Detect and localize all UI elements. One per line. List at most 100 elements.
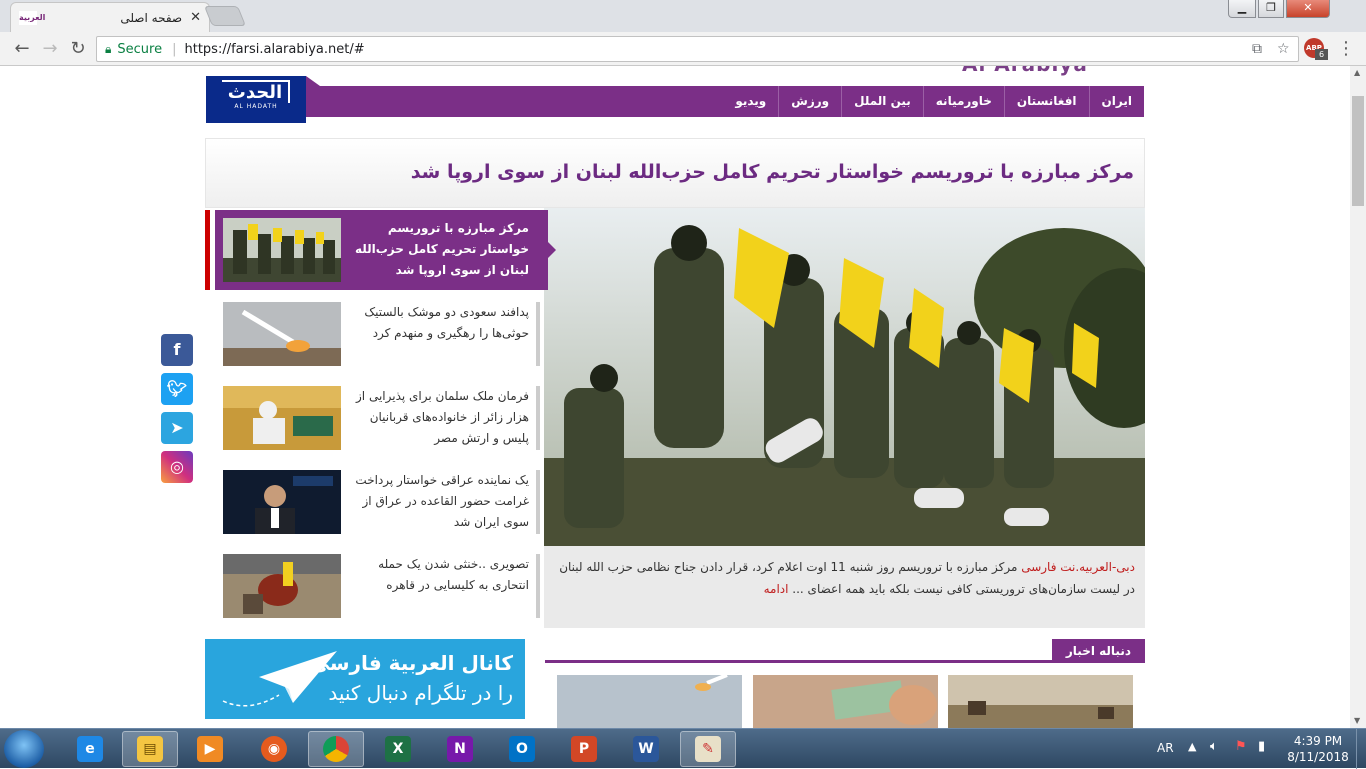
hero-photo-soldiers (544, 208, 1145, 546)
story-item[interactable]: فرمان ملک سلمان برای پذیرایی از هزار زائ… (205, 376, 544, 460)
scroll-up-icon[interactable]: ▲ (1354, 68, 1360, 77)
new-tab-button[interactable] (203, 6, 247, 26)
nav-notch (306, 76, 320, 86)
action-center-flag-icon[interactable]: ⚑ (1235, 739, 1247, 754)
active-story-arrow (548, 242, 556, 258)
explorer-icon[interactable]: ▤ (122, 731, 178, 767)
volume-icon[interactable]: 🔈︎ (1210, 739, 1218, 754)
address-separator: | (172, 41, 177, 57)
url-text[interactable]: https://farsi.alarabiya.net/# (184, 42, 364, 57)
story-item[interactable]: یک نماینده عراقی خواستار پرداخت غرامت حض… (205, 460, 544, 544)
story-thumbnail-church-attack (223, 554, 341, 618)
story-thumbnail-tv-guest (223, 470, 341, 534)
caption-source[interactable]: دبی-العربیه.نت فارسی (1021, 560, 1135, 574)
hero-caption: دبی-العربیه.نت فارسی مرکز مبارزه با ترور… (544, 546, 1145, 628)
telegram-ad-line2: را در تلگرام دنبال کنید (328, 681, 513, 705)
hadath-english-text: AL HADATH (234, 103, 278, 110)
facebook-icon[interactable]: f (161, 334, 193, 366)
window-close-button[interactable]: ✕ (1286, 0, 1330, 18)
follow-thumbnail-missile[interactable] (557, 675, 742, 728)
translate-icon[interactable]: ⧉ (1252, 41, 1262, 57)
tab-title: صفحه اصلی (120, 10, 183, 25)
address-bar[interactable]: 🔒︎ Secure | https://farsi.alarabiya.net/… (96, 36, 1299, 62)
story-list: مرکز مبارزه با تروریسم خواستار تحریم کام… (205, 208, 556, 628)
follow-thumbnail-soldiers[interactable] (948, 675, 1133, 728)
story-title[interactable]: فرمان ملک سلمان برای پذیرایی از هزار زائ… (349, 386, 529, 449)
story-thumbnail-king (223, 386, 341, 450)
story-title[interactable]: پدافند سعودی دو موشک بالستیک حوثی‌ها را … (349, 302, 529, 344)
windows-taskbar: e ▤ ▶ ◉ X N O P W ✎ AR ▲ 🔈︎ ⚑ ▮ 4:39 PM … (0, 728, 1366, 769)
tray-expand-icon[interactable]: ▲ (1188, 740, 1196, 753)
active-indicator (205, 210, 210, 290)
read-more-link[interactable]: ادامه (764, 582, 789, 596)
headline-box: مرکز مبارزه با تروریسم خواستار تحریم کام… (205, 138, 1145, 208)
alhadath-logo[interactable]: الحدث AL HADATH (206, 76, 306, 123)
back-arrow-icon[interactable]: ← (10, 37, 34, 61)
word-icon[interactable]: W (618, 731, 674, 767)
browser-toolbar: ← → ↻ 🔒︎ Secure | https://farsi.alarabiy… (0, 32, 1366, 66)
follow-news-header: دنباله اخبار (545, 639, 1145, 663)
language-indicator[interactable]: AR (1157, 741, 1174, 755)
nav-item-international[interactable]: بین الملل (841, 86, 923, 117)
clock-date: 8/11/2018 (1287, 750, 1349, 764)
story-title[interactable]: مرکز مبارزه با تروریسم خواستار تحریم کام… (349, 218, 529, 281)
window-minimize-button[interactable]: ▁ (1228, 0, 1256, 18)
nav-item-afghanistan[interactable]: افغانستان (1003, 86, 1089, 117)
outlook-icon[interactable]: O (494, 731, 550, 767)
onenote-icon[interactable]: N (432, 731, 488, 767)
ie-icon[interactable]: e (62, 731, 118, 767)
system-clock[interactable]: 4:39 PM 8/11/2018 (1286, 733, 1350, 765)
hero-image[interactable] (544, 208, 1145, 546)
lock-icon: 🔒︎ (105, 41, 112, 56)
chrome-icon[interactable] (308, 731, 364, 767)
story-thumbnail-missile (223, 302, 341, 366)
show-desktop-button[interactable] (1356, 729, 1366, 769)
menu-dots-icon[interactable]: ⋮ (1334, 37, 1358, 61)
telegram-ad-line1: کانال العربية فارسی (309, 651, 513, 675)
hadath-arabic-text: الحدث (221, 80, 291, 103)
nav-item-iran[interactable]: ایران (1088, 86, 1144, 117)
start-button[interactable] (4, 730, 44, 768)
media-player-icon[interactable]: ▶ (182, 731, 238, 767)
window-restore-button[interactable]: ❐ (1258, 0, 1284, 18)
twitter-icon[interactable]: 🐦︎ (161, 373, 193, 405)
instagram-icon[interactable]: ◎ (161, 451, 193, 483)
story-title[interactable]: یک نماینده عراقی خواستار پرداخت غرامت حض… (349, 470, 529, 533)
secure-label: Secure (117, 41, 163, 57)
story-item[interactable]: پدافند سعودی دو موشک بالستیک حوثی‌ها را … (205, 292, 544, 376)
bookmark-star-icon[interactable]: ☆ (1277, 41, 1290, 57)
browser-tab-active[interactable]: العربية صفحه اصلی ✕ (10, 2, 210, 32)
follow-news-label[interactable]: دنباله اخبار (1051, 639, 1145, 663)
excel-icon[interactable]: X (370, 731, 426, 767)
main-navigation: ایران افغانستان خاورمیانه بین الملل ورزش… (306, 86, 1144, 117)
nav-item-sports[interactable]: ورزش (778, 86, 841, 117)
nav-item-middle-east[interactable]: خاورمیانه (922, 86, 1004, 117)
clock-time: 4:39 PM (1293, 734, 1343, 748)
paint-icon[interactable]: ✎ (680, 731, 736, 767)
firefox-icon[interactable]: ◉ (246, 731, 302, 767)
scrollbar-thumb[interactable] (1352, 96, 1364, 206)
powerpoint-icon[interactable]: P (556, 731, 612, 767)
reload-icon[interactable]: ↻ (66, 37, 90, 61)
forward-arrow-icon[interactable]: → (38, 37, 62, 61)
tab-close-icon[interactable]: ✕ (190, 10, 201, 25)
follow-thumbnail-money[interactable] (753, 675, 938, 728)
tab-favicon: العربية (19, 10, 45, 25)
browser-titlebar: العربية صفحه اصلی ✕ ▁ ❐ ✕ (0, 0, 1366, 32)
story-thumbnail-soldiers (223, 218, 341, 282)
telegram-icon[interactable]: ➤ (161, 412, 193, 444)
telegram-channel-banner[interactable]: کانال العربية فارسی را در تلگرام دنبال ک… (205, 639, 525, 719)
social-sidebar: f 🐦︎ ➤ ◎ (161, 334, 193, 490)
story-divider (536, 554, 540, 618)
story-divider (536, 470, 540, 534)
network-icon[interactable]: ▮ (1258, 739, 1265, 754)
story-item-active[interactable]: مرکز مبارزه با تروریسم خواستار تحریم کام… (205, 208, 556, 292)
story-title[interactable]: تصویری ..خنثی شدن یک حمله انتحاری به کلی… (349, 554, 529, 596)
page-scrollbar[interactable]: ▲ ▼ (1350, 66, 1366, 728)
main-headline[interactable]: مرکز مبارزه با تروریسم خواستار تحریم کام… (411, 161, 1134, 183)
story-item[interactable]: تصویری ..خنثی شدن یک حمله انتحاری به کلی… (205, 544, 544, 628)
alarabiya-logo[interactable]: Al Arabiya (962, 66, 1088, 76)
nav-item-video[interactable]: ویدیو (723, 86, 778, 117)
web-page: Al Arabiya الحدث AL HADATH ایران افغانست… (0, 66, 1350, 728)
scroll-down-icon[interactable]: ▼ (1354, 716, 1360, 725)
